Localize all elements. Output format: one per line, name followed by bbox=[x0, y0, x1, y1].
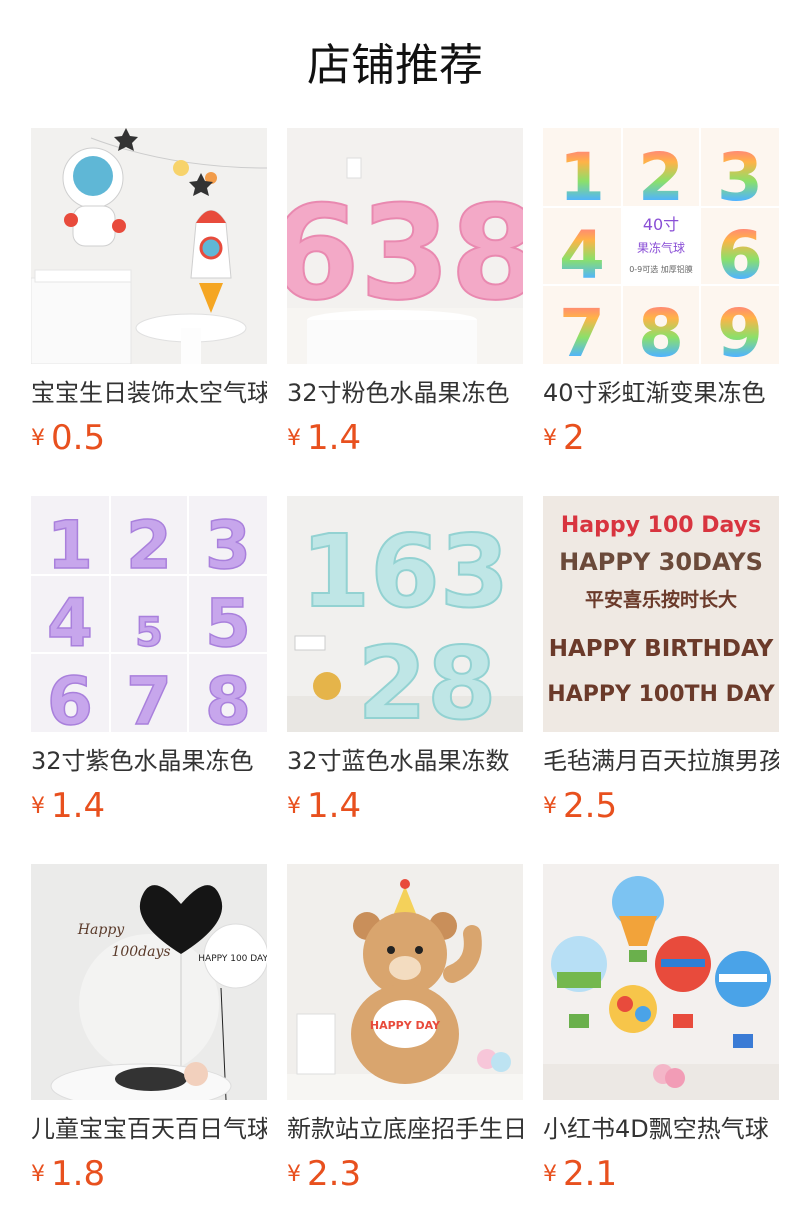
product-price: ¥2.1 bbox=[543, 1154, 779, 1194]
price-value: 2.1 bbox=[563, 1154, 618, 1194]
price-value: 1.4 bbox=[51, 786, 106, 826]
standing-bear-balloon-image: HAPPY DAY bbox=[287, 864, 523, 1100]
product-card[interactable]: HAPPY 100 DAYS Happy 100days 儿童宝宝百天百日气球 … bbox=[31, 864, 267, 1194]
purple-number-balloons-image: 123 455 678 bbox=[31, 496, 267, 732]
svg-text:6: 6 bbox=[47, 663, 93, 732]
hot-air-balloons-image bbox=[543, 864, 779, 1100]
svg-text:3: 3 bbox=[205, 507, 251, 584]
currency-symbol: ¥ bbox=[543, 793, 557, 819]
svg-text:4: 4 bbox=[47, 585, 93, 662]
image-badge-note: 0-9可选 加厚铝膜 bbox=[629, 264, 693, 274]
price-value: 1.4 bbox=[307, 418, 362, 458]
product-name[interactable]: 新款站立底座招手生日 bbox=[287, 1114, 523, 1144]
product-price: ¥2 bbox=[543, 418, 779, 458]
svg-text:5: 5 bbox=[205, 585, 251, 662]
balloon-number-text: 638 bbox=[287, 177, 523, 329]
product-image[interactable]: Happy 100 Days HAPPY 30DAYS 平安喜乐按时长大 HAP… bbox=[543, 496, 779, 732]
currency-symbol: ¥ bbox=[287, 425, 301, 451]
pink-number-balloons-image: 638 bbox=[287, 128, 523, 364]
price-value: 2.5 bbox=[563, 786, 618, 826]
product-name[interactable]: 32寸紫色水晶果冻色 bbox=[31, 746, 267, 776]
product-image[interactable]: HAPPY DAY bbox=[287, 864, 523, 1100]
image-badge-size: 40寸 bbox=[643, 215, 679, 234]
product-name[interactable]: 32寸粉色水晶果冻色 bbox=[287, 378, 523, 408]
product-card[interactable]: 小红书4D飘空热气球 ¥2.1 bbox=[543, 864, 779, 1194]
price-value: 2.3 bbox=[307, 1154, 362, 1194]
svg-text:2: 2 bbox=[126, 507, 172, 584]
product-name[interactable]: 宝宝生日装饰太空气球 bbox=[31, 378, 267, 408]
product-name[interactable]: 小红书4D飘空热气球 bbox=[543, 1114, 779, 1144]
product-price: ¥1.4 bbox=[287, 418, 523, 458]
currency-symbol: ¥ bbox=[31, 793, 45, 819]
balloon-text: HAPPY 100 DAYS bbox=[198, 954, 267, 964]
product-price: ¥0.5 bbox=[31, 418, 267, 458]
svg-text:1: 1 bbox=[559, 139, 605, 216]
banner-line-1: Happy 100 Days bbox=[561, 513, 761, 538]
product-name[interactable]: 儿童宝宝百天百日气球 bbox=[31, 1114, 267, 1144]
svg-text:5: 5 bbox=[135, 610, 163, 656]
felt-banner-image: Happy 100 Days HAPPY 30DAYS 平安喜乐按时长大 HAP… bbox=[543, 496, 779, 732]
topper-text-2: 100days bbox=[111, 944, 170, 960]
banner-line-3: 平安喜乐按时长大 bbox=[585, 588, 737, 611]
product-name[interactable]: 32寸蓝色水晶果冻数 bbox=[287, 746, 523, 776]
product-card[interactable]: 宝宝生日装饰太空气球 ¥0.5 bbox=[31, 128, 267, 458]
bear-bib-text: HAPPY DAY bbox=[370, 1019, 441, 1032]
banner-line-2: HAPPY 30DAYS bbox=[559, 548, 763, 576]
product-card[interactable]: 638 32寸粉色水晶果冻色 ¥1.4 bbox=[287, 128, 523, 458]
product-card[interactable]: Happy 100 Days HAPPY 30DAYS 平安喜乐按时长大 HAP… bbox=[543, 496, 779, 826]
banner-line-5: HAPPY 100TH DAY bbox=[547, 682, 775, 707]
topper-text-1: Happy bbox=[77, 922, 125, 938]
product-image[interactable] bbox=[543, 864, 779, 1100]
svg-text:3: 3 bbox=[717, 139, 763, 216]
product-price: ¥1.4 bbox=[31, 786, 267, 826]
product-name[interactable]: 40寸彩虹渐变果冻色 bbox=[543, 378, 779, 408]
product-price: ¥1.8 bbox=[31, 1154, 267, 1194]
product-name[interactable]: 毛毡满月百天拉旗男孩 bbox=[543, 746, 779, 776]
currency-symbol: ¥ bbox=[287, 1161, 301, 1187]
blue-number-balloons-image: 163 28 bbox=[287, 496, 523, 732]
product-image[interactable]: 123 455 678 bbox=[31, 496, 267, 732]
product-image[interactable]: HAPPY 100 DAYS Happy 100days bbox=[31, 864, 267, 1100]
rainbow-number-balloons-image: 123 4 6 789 40寸 果冻气球 0-9可选 加厚铝膜 bbox=[543, 128, 779, 364]
product-image[interactable]: 638 bbox=[287, 128, 523, 364]
product-image[interactable]: 163 28 bbox=[287, 496, 523, 732]
page-title: 店铺推荐 bbox=[307, 40, 483, 91]
svg-text:8: 8 bbox=[638, 295, 684, 364]
product-image[interactable] bbox=[31, 128, 267, 364]
svg-text:1: 1 bbox=[47, 507, 93, 584]
image-badge-title: 果冻气球 bbox=[637, 240, 685, 255]
product-card[interactable]: 123 46 789 40寸 果冻气球 0-9可选 加厚铝膜 40寸彩虹渐变果冻… bbox=[543, 128, 779, 458]
product-card[interactable]: HAPPY DAY 新款站立底座招手生日 ¥2.3 bbox=[287, 864, 523, 1194]
balloon-number-text: 163 bbox=[301, 513, 510, 630]
price-value: 0.5 bbox=[51, 418, 106, 458]
product-price: ¥2.3 bbox=[287, 1154, 523, 1194]
product-card[interactable]: 163 28 32寸蓝色水晶果冻数 ¥1.4 bbox=[287, 496, 523, 826]
currency-symbol: ¥ bbox=[543, 425, 557, 451]
product-image[interactable]: 123 4 6 789 40寸 果冻气球 0-9可选 加厚铝膜 bbox=[543, 128, 779, 364]
price-value: 1.4 bbox=[307, 786, 362, 826]
banner-line-4: HAPPY BIRTHDAY bbox=[549, 636, 774, 662]
svg-text:9: 9 bbox=[717, 295, 763, 364]
balloon-number-text: 28 bbox=[357, 625, 496, 732]
product-price: ¥2.5 bbox=[543, 786, 779, 826]
svg-text:2: 2 bbox=[638, 139, 684, 216]
svg-text:7: 7 bbox=[559, 295, 605, 364]
astronaut-rocket-balloons-image bbox=[31, 128, 267, 364]
price-value: 1.8 bbox=[51, 1154, 106, 1194]
svg-text:4: 4 bbox=[559, 217, 605, 294]
currency-symbol: ¥ bbox=[31, 425, 45, 451]
svg-text:7: 7 bbox=[126, 663, 172, 732]
product-price: ¥1.4 bbox=[287, 786, 523, 826]
svg-text:6: 6 bbox=[717, 217, 763, 294]
product-card[interactable]: 123 455 678 32寸紫色水晶果冻色 ¥1.4 bbox=[31, 496, 267, 826]
currency-symbol: ¥ bbox=[31, 1161, 45, 1187]
baby-100-days-balloons-image: HAPPY 100 DAYS Happy 100days bbox=[31, 864, 267, 1100]
price-value: 2 bbox=[563, 418, 585, 458]
currency-symbol: ¥ bbox=[287, 793, 301, 819]
svg-text:8: 8 bbox=[205, 663, 251, 732]
currency-symbol: ¥ bbox=[543, 1161, 557, 1187]
